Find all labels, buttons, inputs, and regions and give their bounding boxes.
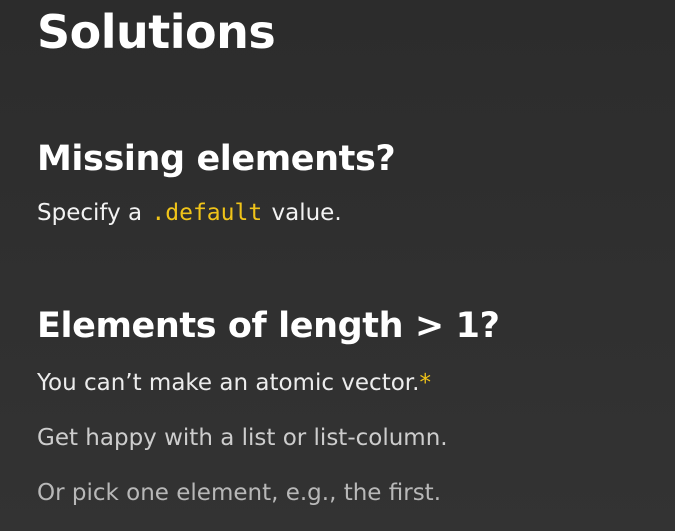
footnote-asterisk: *	[419, 370, 431, 396]
bullet-atomic-vector-text: You can’t make an atomic vector.	[37, 370, 420, 396]
section-text-default-value: Specify a .default value.	[37, 198, 342, 228]
bullet-atomic-vector: You can’t make an atomic vector.*	[37, 368, 431, 398]
code-default: .default	[151, 200, 263, 226]
bullet-pick-one: Or pick one element, e.g., the first.	[37, 480, 442, 506]
bullet-list-column: Get happy with a list or list-column.	[37, 425, 448, 451]
slide: Solutions Missing elements? Specify a .d…	[0, 0, 675, 531]
text-before-code: Specify a	[37, 200, 150, 226]
section-heading-missing-elements: Missing elements?	[37, 139, 396, 179]
section-heading-elements-length: Elements of length > 1?	[37, 306, 500, 346]
text-after-code: value.	[264, 200, 342, 226]
slide-title: Solutions	[37, 5, 276, 59]
